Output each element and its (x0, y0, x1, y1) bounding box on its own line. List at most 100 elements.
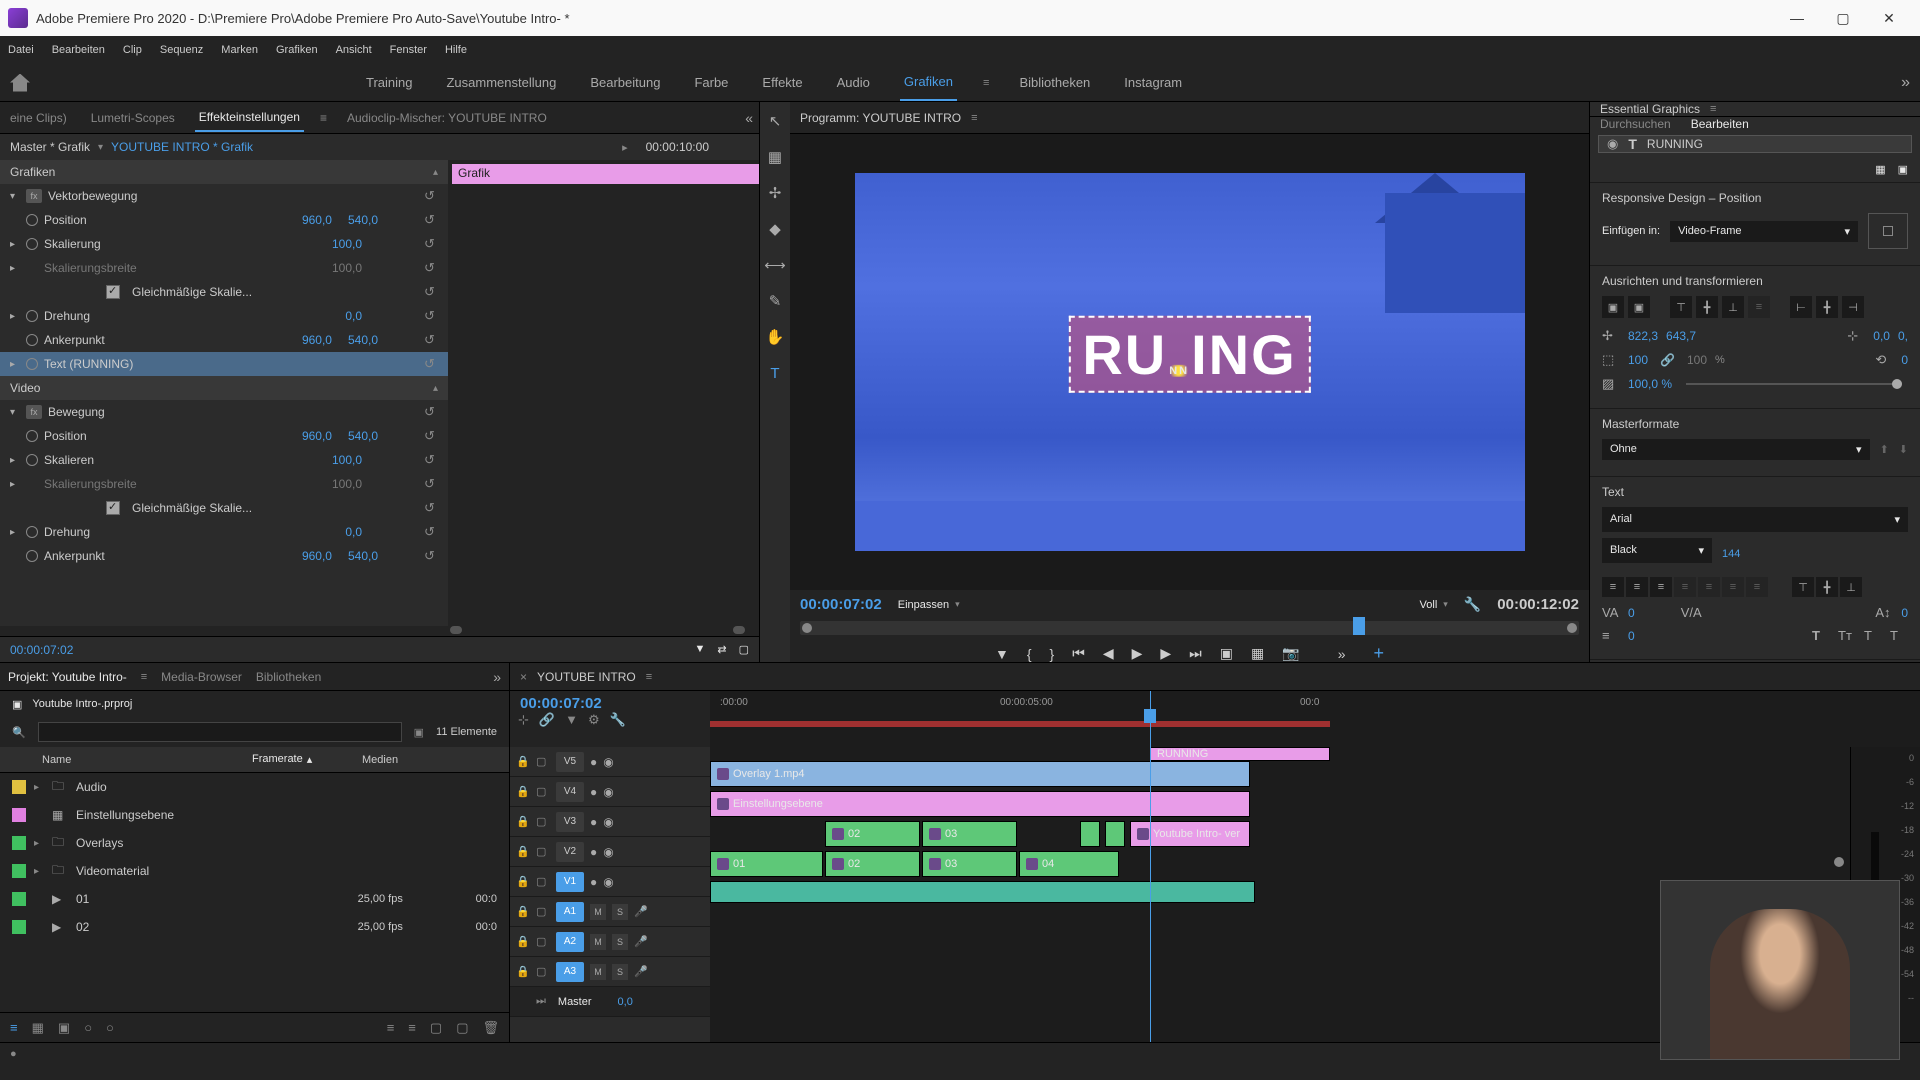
fx-timeline[interactable]: Grafik (448, 160, 759, 626)
toggle-icon[interactable]: ◉ (603, 755, 613, 769)
stopwatch-icon[interactable] (26, 310, 38, 322)
align-right2-icon[interactable]: ⊣ (1842, 296, 1864, 318)
timeline-menu-icon[interactable]: ≡ (646, 671, 652, 683)
icon-view-icon[interactable]: ▦ (32, 1020, 44, 1036)
col-framerate[interactable]: Framerate▴ (252, 753, 362, 766)
list-item[interactable]: ▸🗀Audio (0, 773, 509, 801)
extract-icon[interactable]: ▦ (1251, 645, 1264, 662)
reset-icon[interactable]: ↺ (424, 548, 438, 564)
solo-button[interactable]: S (612, 904, 628, 920)
align-center-h-icon[interactable]: ▣ (1628, 296, 1650, 318)
row-text-running[interactable]: ▸Text (RUNNING)↺ (0, 352, 448, 376)
voice-icon[interactable]: 🎤 (634, 935, 648, 948)
program-menu-icon[interactable]: ≡ (971, 112, 977, 124)
type-tool-icon[interactable]: T (766, 364, 784, 382)
align-left-text-icon[interactable]: ≡ (1602, 577, 1624, 597)
playhead-indicator[interactable] (1353, 617, 1365, 635)
ws-training[interactable]: Training (362, 65, 416, 100)
eg-menu-icon[interactable]: ≡ (1710, 103, 1716, 115)
sequence-name[interactable]: YOUTUBE INTRO (537, 670, 636, 684)
ws-assembly[interactable]: Zusammenstellung (442, 65, 560, 100)
solo-button[interactable]: S (612, 964, 628, 980)
list-item[interactable]: ▸🗀Videomaterial (0, 857, 509, 885)
track-v3[interactable]: 🔒▢V3●◉ (510, 807, 710, 837)
eye-icon[interactable]: ● (590, 755, 597, 769)
timeline-timecode[interactable]: 00:00:07:02 (510, 691, 710, 712)
fx-badge-icon[interactable]: fx (26, 405, 42, 419)
menu-fenster[interactable]: Fenster (390, 44, 427, 56)
sort-asc-icon[interactable]: ▴ (307, 753, 313, 766)
mute-button[interactable]: M (590, 904, 606, 920)
search-input[interactable] (38, 722, 402, 742)
menu-hilfe[interactable]: Hilfe (445, 44, 467, 56)
go-to-out-icon[interactable]: ⏭ (1189, 645, 1202, 662)
linked-icon[interactable]: 🔗 (539, 712, 555, 728)
pos-y[interactable]: 643,7 (1666, 329, 1696, 343)
tab-edit[interactable]: Bearbeiten (1691, 117, 1749, 131)
wrench-icon[interactable]: 🔧 (610, 712, 626, 728)
clip-02b[interactable]: 02 (825, 851, 920, 877)
reset-icon[interactable]: ↺ (424, 404, 438, 420)
clip-02[interactable]: 02 (825, 821, 920, 847)
reset-icon[interactable]: ↺ (424, 452, 438, 468)
clip-v2b[interactable] (1105, 821, 1125, 847)
clip-adjustment[interactable]: Einstellungsebene (710, 791, 1250, 817)
playhead[interactable] (1144, 709, 1156, 723)
opacity-slider[interactable] (1686, 383, 1902, 385)
quality-select[interactable]: Voll▾ (1420, 599, 1448, 611)
zoom-slider-icon[interactable]: ○ (84, 1020, 92, 1035)
foot-timecode[interactable]: 00:00:07:02 (10, 643, 73, 657)
home-icon[interactable] (10, 74, 30, 92)
scrub-bar[interactable] (800, 621, 1579, 635)
fx-scrollbar[interactable] (0, 626, 759, 636)
eye-icon[interactable]: ● (590, 875, 597, 889)
master-select[interactable]: Ohne▾ (1602, 439, 1870, 460)
track-v4[interactable]: 🔒▢V4●◉ (510, 777, 710, 807)
close-button[interactable]: ✕ (1866, 2, 1912, 34)
align-top-icon[interactable]: ⊤ (1670, 296, 1692, 318)
razor-tool-icon[interactable]: ◆ (766, 220, 784, 238)
align-bottom-icon[interactable]: ⊥ (1722, 296, 1744, 318)
clip-name[interactable]: YOUTUBE INTRO * Grafik (111, 140, 253, 154)
new-bin-icon[interactable]: ▢ (430, 1020, 442, 1036)
out-point-icon[interactable]: } (1050, 646, 1055, 662)
in-handle[interactable] (802, 623, 812, 633)
expand-icon[interactable]: ⏭ (536, 995, 546, 1008)
reset-icon[interactable]: ↺ (424, 188, 438, 204)
proj-menu-icon[interactable]: ≡ (141, 671, 147, 683)
track-select-icon[interactable]: ▦ (766, 148, 784, 166)
mute-button[interactable]: M (590, 934, 606, 950)
eye-icon[interactable]: ● (590, 815, 597, 829)
track-v5[interactable]: 🔒▢V5●◉ (510, 747, 710, 777)
align-left-icon[interactable]: ▣ (1602, 296, 1624, 318)
collapse-icon[interactable]: « (745, 110, 753, 126)
menu-datei[interactable]: Datei (8, 44, 34, 56)
align-center2-icon[interactable]: ╋ (1816, 296, 1838, 318)
solo-button[interactable]: S (612, 934, 628, 950)
lock-icon[interactable]: 🔒 (516, 845, 530, 858)
track-v2[interactable]: 🔒▢V2●◉ (510, 837, 710, 867)
pin-box[interactable] (1868, 213, 1908, 249)
stopwatch-icon[interactable] (26, 430, 38, 442)
eye-icon[interactable]: ● (590, 785, 597, 799)
settings-icon[interactable]: 🔧 (1464, 596, 1481, 613)
filter-icon[interactable]: ▼ (694, 643, 705, 656)
font-select[interactable]: Arial▾ (1602, 507, 1908, 532)
tab-audiomixer[interactable]: Audioclip-Mischer: YOUTUBE INTRO (343, 105, 551, 131)
master-up-icon[interactable]: ⬆ (1880, 443, 1889, 456)
fx-badge-icon[interactable]: fx (26, 189, 42, 203)
find-icon[interactable]: ≡ (408, 1020, 416, 1035)
tab-browse[interactable]: Durchsuchen (1600, 117, 1671, 131)
stopwatch-icon[interactable] (26, 550, 38, 562)
go-to-in-icon[interactable]: ⏮ (1072, 645, 1085, 662)
toggle-icon[interactable]: ◉ (603, 785, 613, 799)
hand-tool-icon[interactable]: ✋ (766, 328, 784, 346)
reset-icon[interactable]: ↺ (424, 236, 438, 252)
row-uniform-scale2[interactable]: Gleichmäßige Skalie...↺ (0, 496, 448, 520)
track-v1[interactable]: 🔒▢V1●◉ (510, 867, 710, 897)
current-timecode[interactable]: 00:00:07:02 (800, 596, 882, 613)
valign-top-icon[interactable]: ⊤ (1792, 577, 1814, 597)
reset-icon[interactable]: ↺ (424, 476, 438, 492)
reset-icon[interactable]: ↺ (424, 212, 438, 228)
text-overlay[interactable]: RUNNING (1068, 316, 1310, 393)
